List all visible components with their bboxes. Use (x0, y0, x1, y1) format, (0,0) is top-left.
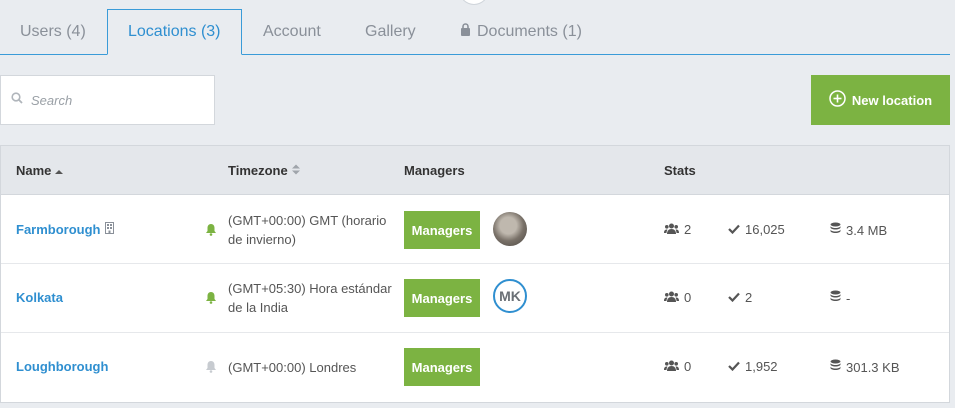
sort-asc-icon (55, 163, 64, 178)
search-icon (11, 91, 23, 109)
managers-column-header: Managers (404, 163, 465, 178)
storage-size: 301.3 KB (846, 359, 900, 375)
location-name: Kolkata (16, 290, 63, 305)
tab-account[interactable]: Account (243, 9, 341, 55)
users-count: 0 (684, 359, 692, 374)
bell-icon[interactable] (205, 291, 217, 307)
tab-users[interactable]: Users (4) (0, 9, 106, 55)
database-icon (830, 290, 841, 306)
storage-stat: - (830, 290, 850, 306)
name-header-label: Name (16, 163, 52, 178)
top-notch (459, 0, 489, 5)
users-stat: 0 (664, 290, 691, 305)
new-location-label: New location (851, 92, 933, 108)
location-name: Loughborough (16, 359, 109, 374)
tab-users-label: Users (4) (20, 23, 86, 40)
managers-button[interactable]: Managers (404, 211, 480, 249)
checks-stat: 1,952 (728, 359, 778, 374)
check-icon (728, 359, 740, 374)
timezone-text: (GMT+00:00) Londres (228, 360, 357, 375)
checks-count: 16,025 (745, 222, 785, 237)
users-count: 2 (684, 222, 692, 237)
search-box[interactable] (0, 75, 215, 125)
locations-table: Name Timezone Managers Stats Farmborough… (0, 145, 950, 403)
users-icon (664, 222, 679, 237)
users-icon (664, 290, 679, 305)
check-icon (728, 290, 740, 305)
tab-bar: Users (4) Locations (3) Account Gallery … (0, 9, 950, 55)
tab-locations[interactable]: Locations (3) (107, 9, 242, 55)
timezone-column-header[interactable]: Timezone (228, 163, 300, 178)
table-header: Name Timezone Managers Stats (1, 146, 949, 195)
table-row: Loughborough (GMT+00:00) Londres Manager… (1, 333, 949, 402)
checks-stat: 16,025 (728, 222, 785, 237)
plus-circle-icon (829, 90, 846, 110)
name-column-header[interactable]: Name (16, 163, 64, 178)
tab-gallery-label: Gallery (365, 23, 416, 40)
checks-stat: 2 (728, 290, 752, 305)
database-icon (830, 222, 841, 238)
tab-locations-label: Locations (3) (128, 23, 221, 40)
storage-size: 3.4 MB (846, 222, 888, 238)
tab-gallery[interactable]: Gallery (345, 9, 436, 55)
users-icon (664, 359, 679, 374)
users-stat: 2 (664, 222, 691, 237)
table-row: Kolkata (GMT+05:30) Hora estándar de la … (1, 264, 949, 333)
timezone-text: (GMT+00:00) GMT (horario de invierno) (228, 213, 387, 247)
storage-size: - (846, 290, 851, 306)
lock-icon (460, 23, 471, 41)
storage-stat: 3.4 MB (830, 222, 887, 238)
timezone-header-label: Timezone (228, 163, 288, 178)
database-icon (830, 359, 841, 375)
timezone-text: (GMT+05:30) Hora estándar de la India (228, 281, 392, 315)
checks-count: 1,952 (745, 359, 778, 374)
sort-icon (291, 163, 300, 178)
bell-icon[interactable] (205, 360, 217, 376)
location-link[interactable]: Loughborough (16, 359, 108, 374)
tab-account-label: Account (263, 23, 321, 40)
location-name: Farmborough (16, 222, 101, 237)
location-link[interactable]: Farmborough (16, 222, 114, 237)
check-icon (728, 222, 740, 237)
table-row: Farmborough (GMT+00:00) GMT (horario de … (1, 195, 949, 264)
managers-button[interactable]: Managers (404, 279, 480, 317)
search-input[interactable] (31, 92, 201, 108)
avatar[interactable]: MK (493, 279, 527, 313)
building-icon (104, 222, 114, 237)
storage-stat: 301.3 KB (830, 359, 900, 375)
avatar[interactable] (493, 212, 527, 246)
checks-count: 2 (745, 290, 753, 305)
new-location-button[interactable]: New location (811, 75, 950, 125)
managers-button[interactable]: Managers (404, 348, 480, 386)
bell-icon[interactable] (205, 223, 217, 239)
stats-column-header: Stats (664, 163, 696, 178)
location-link[interactable]: Kolkata (16, 290, 63, 305)
tab-documents[interactable]: Documents (1) (440, 9, 602, 55)
users-count: 0 (684, 290, 692, 305)
users-stat: 0 (664, 359, 691, 374)
tab-documents-label: Documents (1) (477, 23, 582, 40)
